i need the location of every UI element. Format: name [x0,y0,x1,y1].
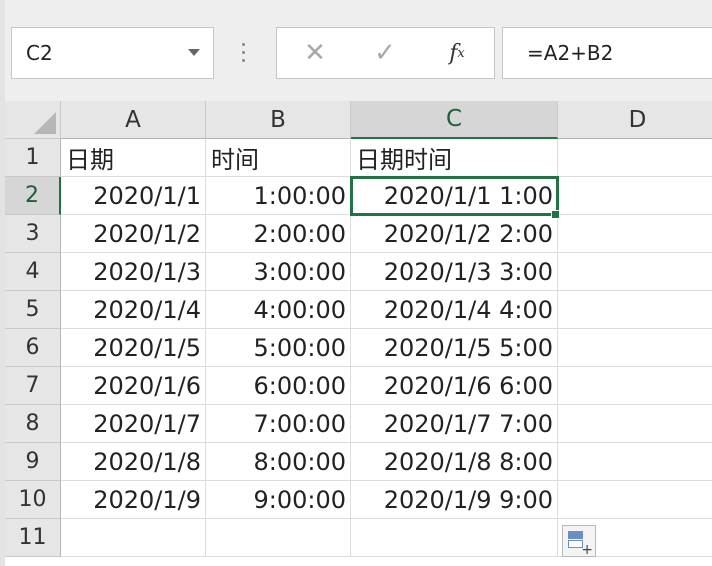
column-header-d[interactable]: D [558,101,712,139]
cell-a3[interactable]: 2020/1/2 [61,215,206,253]
select-all-icon [34,112,56,134]
cell-b2[interactable]: 1:00:00 [206,177,351,215]
insert-function-button[interactable]: fx [427,28,487,78]
cell-a2[interactable]: 2020/1/1 [61,177,206,215]
formula-bar-area: C2 ✕ ✓ fx =A2+B2 [0,0,712,101]
cell-c3[interactable]: 2020/1/2 2:00 [351,215,558,253]
cell-d5[interactable] [558,291,712,329]
cell-b11[interactable] [206,519,351,557]
cell-d4[interactable] [558,253,712,291]
cell-c5[interactable]: 2020/1/4 4:00 [351,291,558,329]
row-header-7[interactable]: 7 [5,367,61,405]
fx-icon-sub: x [457,45,465,61]
cell-d1[interactable] [558,139,712,177]
cell-b9[interactable]: 8:00:00 [206,443,351,481]
paste-options-icon[interactable]: + [562,525,596,558]
cell-a9[interactable]: 2020/1/8 [61,443,206,481]
row-header-2[interactable]: 2 [5,177,61,215]
cell-c2[interactable]: 2020/1/1 1:00 [350,176,559,216]
row-header-6[interactable]: 6 [5,329,61,367]
cell-a8[interactable]: 2020/1/7 [61,405,206,443]
row-header-9[interactable]: 9 [5,443,61,481]
cell-b10[interactable]: 9:00:00 [206,481,351,519]
cell-b7[interactable]: 6:00:00 [206,367,351,405]
row-header-10[interactable]: 10 [5,481,61,519]
select-all-button[interactable] [5,101,61,139]
cell-a4[interactable]: 2020/1/3 [61,253,206,291]
row-header-11[interactable]: 11 [5,519,61,557]
cell-c8[interactable]: 2020/1/7 7:00 [351,405,558,443]
cell-c1[interactable]: 日期时间 [351,139,558,177]
cell-c7[interactable]: 2020/1/6 6:00 [351,367,558,405]
cell-c10[interactable]: 2020/1/9 9:00 [351,481,558,519]
cell-d9[interactable] [558,443,712,481]
enter-icon[interactable]: ✓ [355,28,415,78]
cell-b5[interactable]: 4:00:00 [206,291,351,329]
chevron-down-icon[interactable] [188,49,200,56]
formula-buttons: ✕ ✓ fx [276,27,495,79]
cell-d6[interactable] [558,329,712,367]
cell-d3[interactable] [558,215,712,253]
cell-d8[interactable] [558,405,712,443]
formula-input[interactable]: =A2+B2 [502,27,712,79]
row-header-3[interactable]: 3 [5,215,61,253]
name-box-value[interactable]: C2 [26,41,53,65]
drag-handle-icon[interactable] [240,43,246,65]
formula-text[interactable]: =A2+B2 [527,41,613,65]
cell-a5[interactable]: 2020/1/4 [61,291,206,329]
column-header-b[interactable]: B [206,101,351,139]
cell-b3[interactable]: 2:00:00 [206,215,351,253]
cell-c4[interactable]: 2020/1/3 3:00 [351,253,558,291]
cell-c6[interactable]: 2020/1/5 5:00 [351,329,558,367]
cell-d7[interactable] [558,367,712,405]
fill-handle[interactable] [551,210,560,219]
row-header-5[interactable]: 5 [5,291,61,329]
cell-b4[interactable]: 3:00:00 [206,253,351,291]
cell-a11[interactable] [61,519,206,557]
cell-a10[interactable]: 2020/1/9 [61,481,206,519]
cell-c11[interactable] [351,519,558,557]
fx-icon: f [449,40,458,66]
cell-d2[interactable] [558,177,712,215]
cell-a6[interactable]: 2020/1/5 [61,329,206,367]
cancel-icon[interactable]: ✕ [285,28,345,78]
column-header-a[interactable]: A [61,101,206,139]
cell-b1[interactable]: 时间 [206,139,351,177]
row-header-4[interactable]: 4 [5,253,61,291]
spreadsheet-grid: A B C D 1 日期 时间 日期时间 2 2020/1/1 1:00:00 2020/1/1 1:… [5,101,712,566]
column-header-c[interactable]: C [351,101,558,139]
name-box[interactable]: C2 [11,27,214,79]
cell-a7[interactable]: 2020/1/6 [61,367,206,405]
cell-c9[interactable]: 2020/1/8 8:00 [351,443,558,481]
cell-d10[interactable] [558,481,712,519]
cell-b8[interactable]: 7:00:00 [206,405,351,443]
row-header-1[interactable]: 1 [5,139,61,177]
row-header-8[interactable]: 8 [5,405,61,443]
cell-a1[interactable]: 日期 [61,139,206,177]
cell-b6[interactable]: 5:00:00 [206,329,351,367]
